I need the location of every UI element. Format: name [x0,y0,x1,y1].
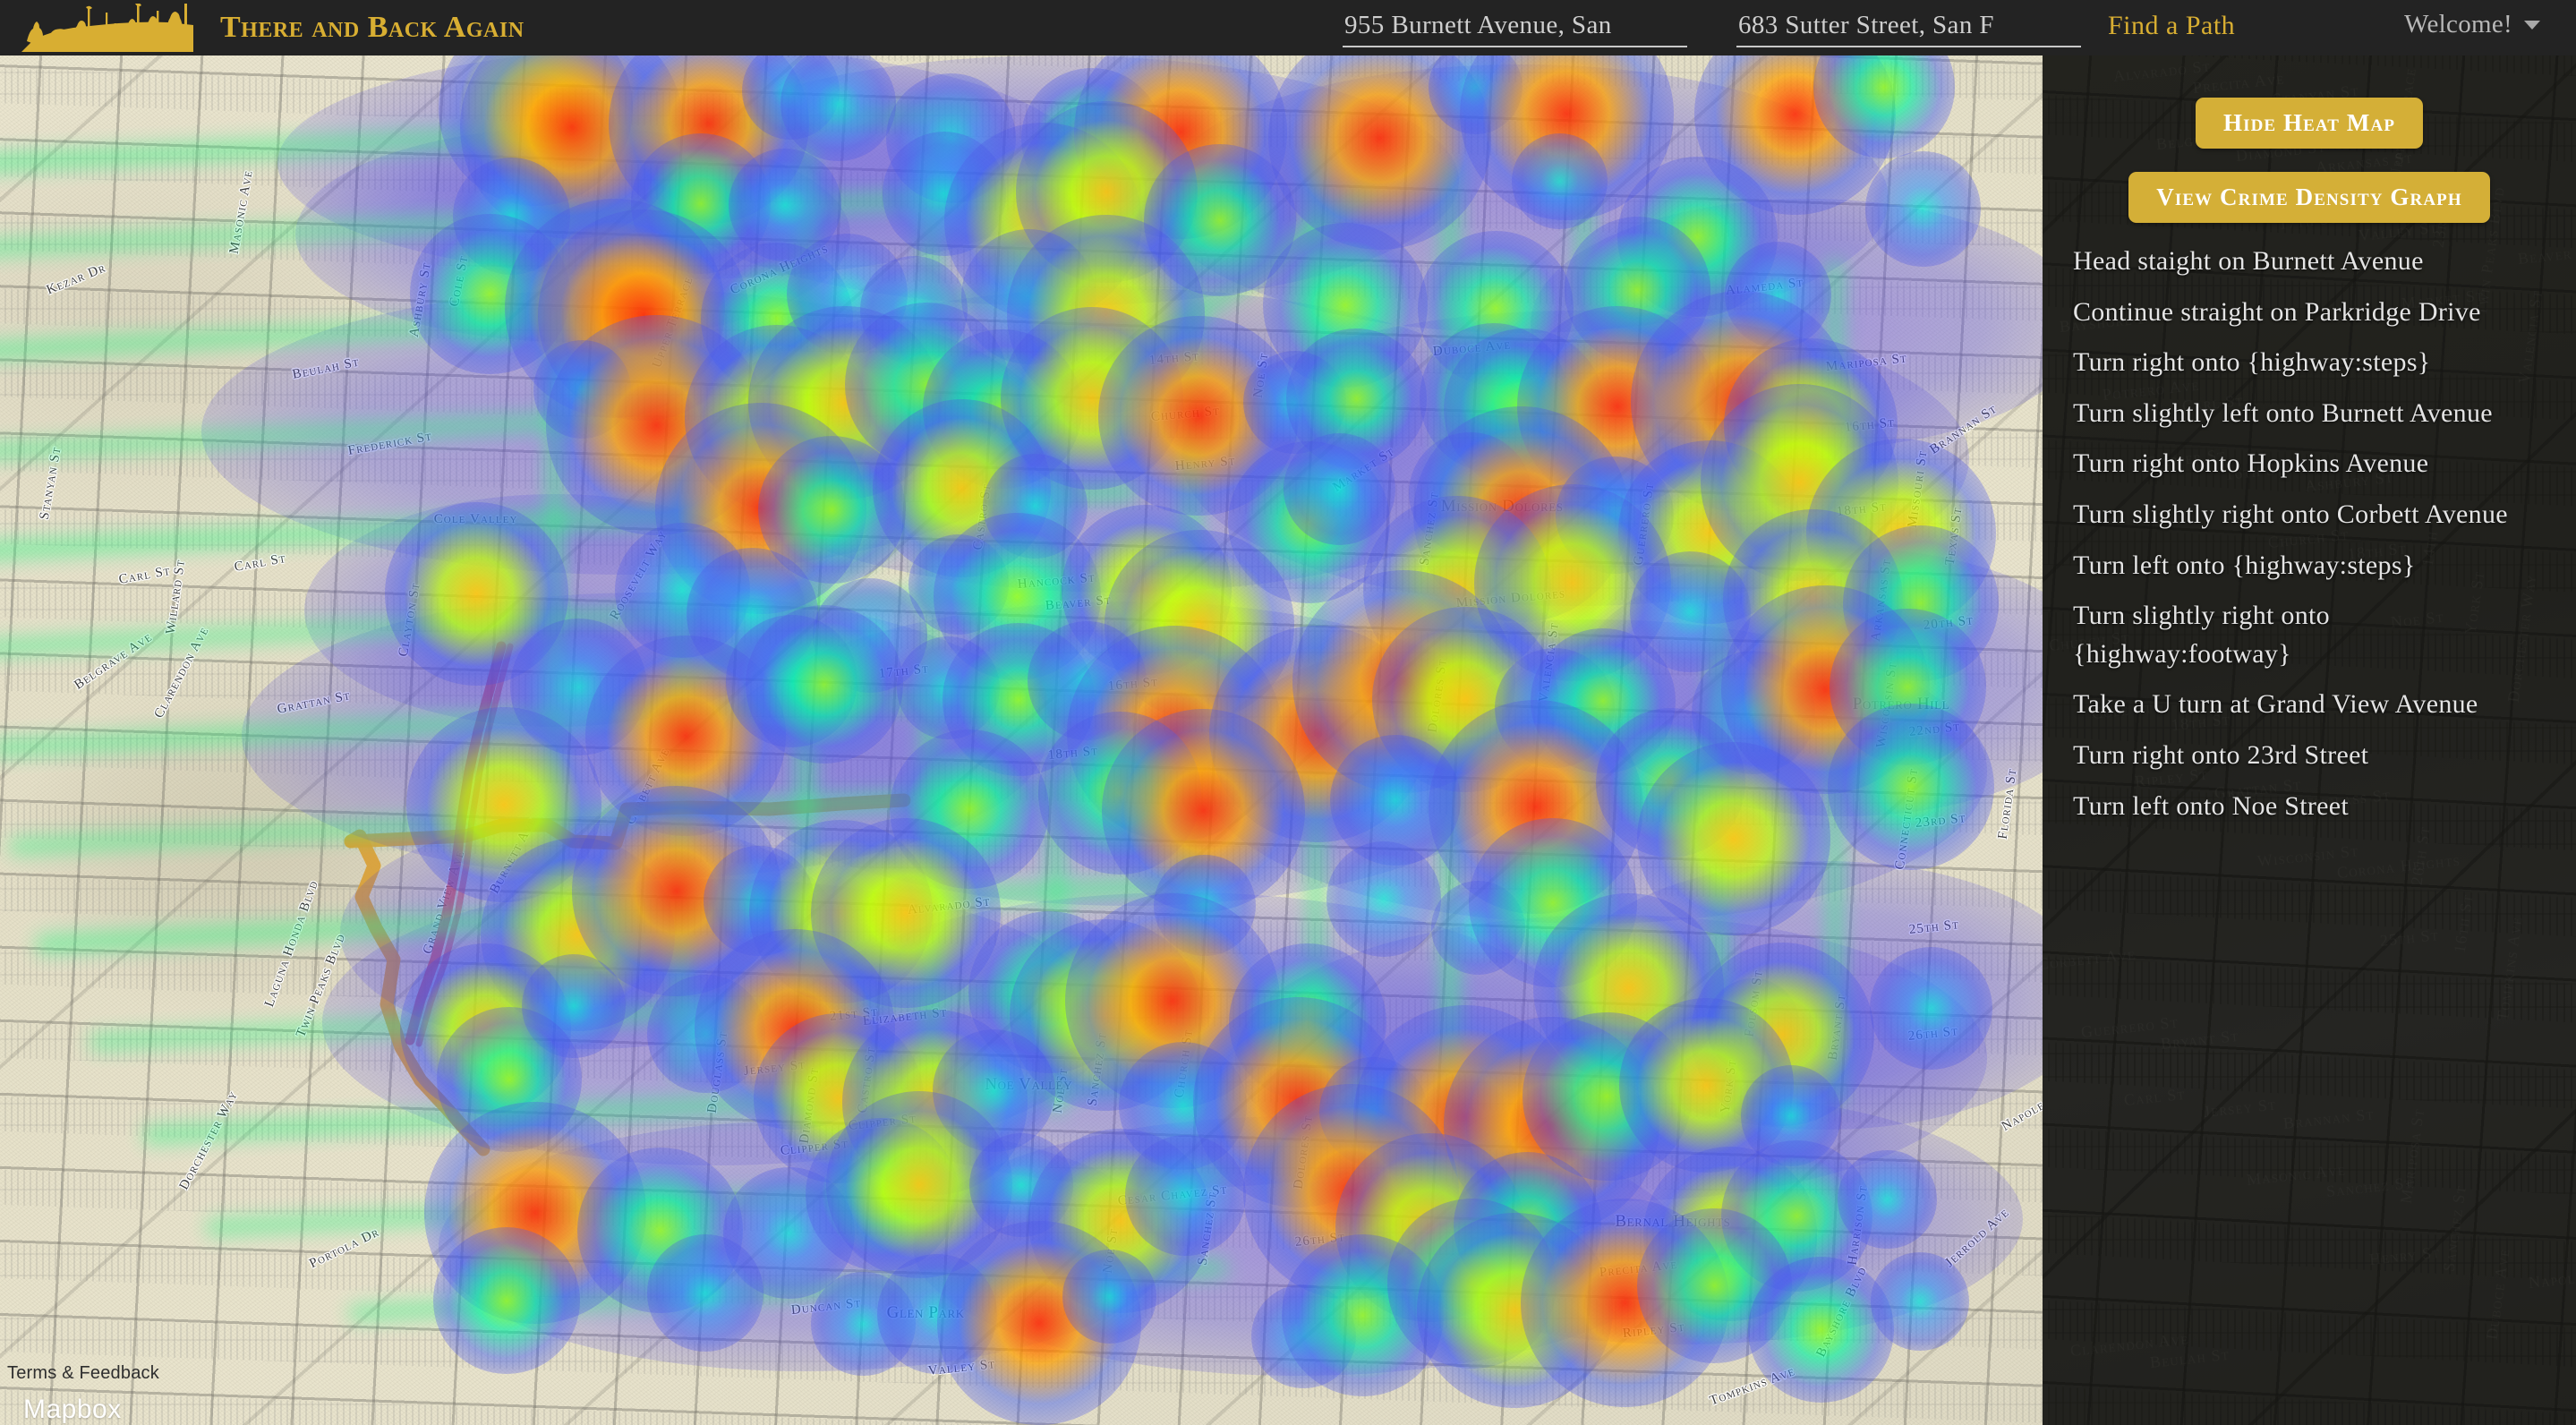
heatmap-hotspot [1511,132,1608,229]
sidebar-map-street-label: Carl St [2122,1084,2187,1109]
direction-step[interactable]: Continue straight on Parkridge Drive [2073,294,2547,332]
sidebar-map-street-label: Corona Heights [2335,850,2461,882]
sidebar-map-street-label: Tompkins Ave [2493,915,2526,1022]
sidebar-map-street-label: Masonic Ave [2245,1160,2347,1189]
direction-step[interactable]: Turn slightly right onto {highway:footwa… [2073,597,2547,673]
heatmap-hotspot [1326,841,1442,957]
turn-by-turn-directions-list: Head staight on Burnett Avenue Continue s… [2043,243,2576,825]
welcome-user-menu[interactable]: Welcome! [2404,10,2540,39]
direction-step[interactable]: Take a U turn at Grand View Avenue [2073,686,2547,724]
map-viewport[interactable]: Kezar DrBeulah StCole StFrederick StCole… [0,55,2043,1425]
fellowship-silhouette-logo [21,4,193,52]
sidebar-map-street-label: 25th St [2378,926,2440,950]
sidebar-map-street-label: 26th St [2407,824,2434,886]
welcome-label: Welcome! [2404,10,2512,38]
sidebar-map-street-label: Guerrero St [2079,1012,2179,1041]
sidebar-map-street-label: Bryant St [2159,1026,2240,1053]
direction-step[interactable]: Turn right onto {highway:steps} [2073,344,2547,382]
app-root: There and Back Again Find a Path Welcome… [0,0,2576,1425]
terms-and-feedback-link[interactable]: Terms & Feedback [7,1363,159,1384]
heatmap-hotspot [1748,1257,1895,1404]
chevron-down-icon [2524,20,2540,30]
heatmap-hotspot [1062,1250,1156,1344]
sidebar-map-street-label: Sanchez St [2439,1183,2469,1273]
sidebar-map-street-label: Beulah St [2148,1344,2231,1371]
direction-step[interactable]: Turn left onto {highway:steps} [2073,547,2547,585]
brand[interactable]: There and Back Again [18,4,525,52]
heatmap-hotspot [1284,432,1396,545]
view-crime-density-graph-button[interactable]: View Crime Density Graph [2128,172,2490,223]
direction-step[interactable]: Turn right onto Hopkins Avenue [2073,445,2547,483]
sidebar-content: Hide Heat Map View Crime Density Graph H… [2043,55,2576,825]
crime-heatmap-layer [0,55,2043,1425]
sidebar-map-street-label: Brannan St [2282,1105,2376,1132]
heatmap-hotspot [433,1226,580,1374]
sidebar-map-street-label: Mariposa St [2396,1106,2428,1205]
find-a-path-button[interactable]: Find a Path [2101,7,2242,45]
heatmap-hotspot [1124,1135,1246,1257]
sidebar-map-street-label: Clarendon Ave [2068,1329,2190,1360]
origin-address-input[interactable] [1343,10,1687,47]
sidebar-map-street-label: Duboce Ave [2482,1247,2513,1341]
direction-step[interactable]: Turn left onto Noe Street [2073,788,2547,826]
heatmap-hotspot [1865,151,1981,267]
sidebar-map-street-label: Wisconsin St [2256,841,2360,870]
heatmap-hotspot [1827,704,1994,871]
directions-sidebar: Frederick StBelgrave Ave17th StMarket St… [2043,55,2576,1425]
sidebar-map-street-label: Henry St [2367,1242,2442,1268]
destination-address-input[interactable] [1736,10,2081,47]
sidebar-map-street-label: Napoleon St [2527,1264,2576,1292]
heatmap-hotspot [1871,1252,1969,1352]
sidebar-map-street-label: 16th St [2450,892,2477,954]
hide-heat-map-button[interactable]: Hide Heat Map [2195,98,2424,149]
heatmap-hotspot [646,1234,764,1352]
direction-step[interactable]: Head staight on Burnett Avenue [2073,243,2547,281]
sidebar-map-street-label: Jersey St [2202,1095,2277,1121]
direction-step[interactable]: Turn right onto 23rd Street [2073,737,2547,775]
heatmap-hotspot [745,605,904,764]
direction-step[interactable]: Turn slightly left onto Burnett Avenue [2073,395,2547,433]
heatmap-hotspot [1838,1149,1937,1250]
heatmap-hotspot [1870,947,1993,1070]
mapbox-attribution-logo[interactable]: Mapbox [23,1395,122,1425]
sidebar-map-street-label: Corbett Ave [2043,944,2137,973]
brand-title: There and Back Again [220,11,525,44]
sidebar-map-street-label: Sanchez St [2324,1173,2414,1200]
app-header: There and Back Again Find a Path Welcome… [0,0,2576,55]
direction-step[interactable]: Turn slightly right onto Corbett Avenue [2073,496,2547,534]
